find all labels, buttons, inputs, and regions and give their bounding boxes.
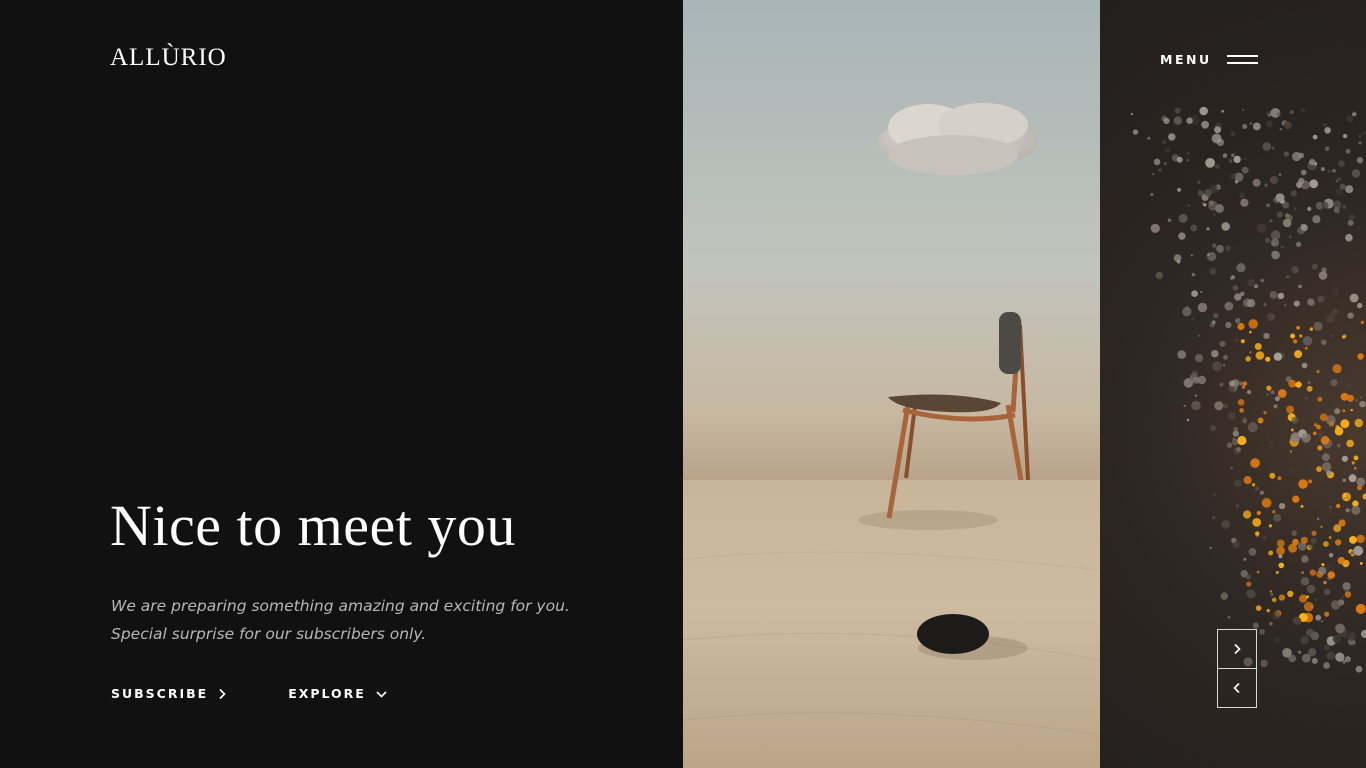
hamburger-icon bbox=[1226, 55, 1258, 64]
stone-illustration bbox=[917, 614, 989, 654]
hero-actions: SUBSCRIBE EXPLORE bbox=[111, 686, 387, 701]
explore-button[interactable]: EXPLORE bbox=[288, 686, 387, 701]
chevron-down-icon bbox=[376, 690, 387, 698]
chevron-right-icon bbox=[219, 688, 226, 699]
chevron-left-icon bbox=[1233, 682, 1240, 694]
page-title: Nice to meet you bbox=[110, 493, 516, 558]
menu-label: MENU bbox=[1160, 52, 1212, 67]
subscribe-button[interactable]: SUBSCRIBE bbox=[111, 686, 226, 701]
right-panel: MENU bbox=[1100, 0, 1366, 768]
next-slide-button[interactable] bbox=[1217, 629, 1257, 669]
prev-slide-button[interactable] bbox=[1217, 668, 1257, 708]
hero-image bbox=[683, 0, 1100, 768]
desert-chair-illustration bbox=[683, 0, 1100, 768]
hero-description-line-2: Special surprise for our subscribers onl… bbox=[111, 625, 427, 643]
subscribe-label: SUBSCRIBE bbox=[111, 686, 209, 701]
chevron-right-icon bbox=[1234, 643, 1241, 655]
brand-logo[interactable]: ALLÙRIO bbox=[110, 44, 227, 72]
hero-description-line-1: We are preparing something amazing and e… bbox=[111, 597, 570, 615]
explore-label: EXPLORE bbox=[288, 686, 366, 701]
left-panel: ALLÙRIO Nice to meet you We are preparin… bbox=[0, 0, 683, 768]
hero-description: We are preparing something amazing and e… bbox=[111, 592, 570, 648]
menu-button[interactable]: MENU bbox=[1160, 52, 1258, 67]
